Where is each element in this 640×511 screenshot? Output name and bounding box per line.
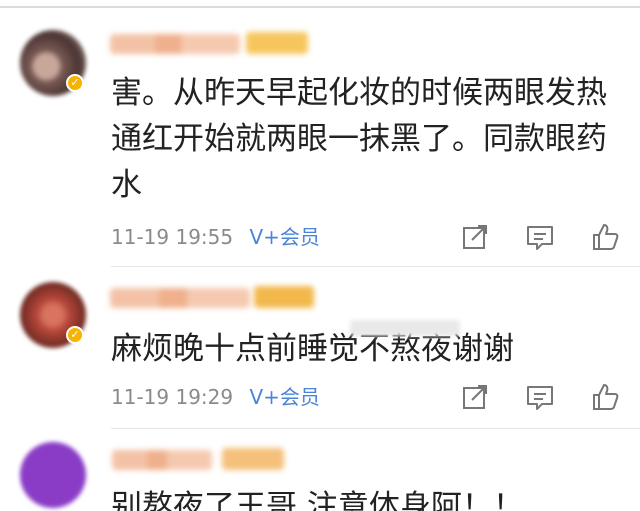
verified-badge-icon: ✓ xyxy=(66,326,84,344)
share-icon xyxy=(463,385,487,409)
like-icon xyxy=(593,384,619,410)
username-blurred[interactable] xyxy=(112,450,212,470)
comment-timestamp: 11-19 19:55 xyxy=(111,225,234,249)
comment-item: ✓ 害。从昨天早起化妆的时候两眼发热通红开始就两眼一抹黑了。同款眼药水 11-1… xyxy=(0,0,640,268)
member-badge-blurred xyxy=(246,32,308,54)
comment-item: ✓ 麻烦晚十点前睡觉不熬夜谢谢 11-19 19:29 V+会员 xyxy=(0,268,640,428)
like-button[interactable] xyxy=(590,382,620,412)
username-blurred[interactable] xyxy=(110,34,240,54)
comment-text: 别熬夜了王哥 注意体身阿！！ xyxy=(111,489,524,511)
reply-button[interactable] xyxy=(525,382,555,412)
comment-meta: 11-19 19:29 V+会员 xyxy=(111,384,320,410)
share-button[interactable] xyxy=(460,382,490,412)
share-icon xyxy=(463,225,487,249)
comment-actions xyxy=(460,382,620,412)
username-blurred[interactable] xyxy=(110,288,250,308)
vip-member-link[interactable]: V+会员 xyxy=(249,225,319,249)
member-badge-blurred xyxy=(254,286,314,308)
comment-actions xyxy=(460,222,620,252)
comment-timestamp: 11-19 19:29 xyxy=(111,385,234,409)
comment-icon xyxy=(527,386,553,410)
comment-meta: 11-19 19:55 V+会员 xyxy=(111,224,320,250)
blur-patch xyxy=(350,320,460,336)
comment-icon xyxy=(527,226,553,250)
member-badge-blurred xyxy=(222,448,284,470)
share-button[interactable] xyxy=(460,222,490,252)
reply-button[interactable] xyxy=(525,222,555,252)
avatar[interactable] xyxy=(20,442,86,508)
vip-member-link[interactable]: V+会员 xyxy=(249,385,319,409)
like-icon xyxy=(593,224,619,250)
comment-divider xyxy=(111,266,640,267)
verified-badge-icon: ✓ xyxy=(66,74,84,92)
like-button[interactable] xyxy=(590,222,620,252)
comment-text: 害。从昨天早起化妆的时候两眼发热通红开始就两眼一抹黑了。同款眼药水 xyxy=(111,75,607,203)
comment-item: 别熬夜了王哥 注意体身阿！！ xyxy=(0,428,640,511)
